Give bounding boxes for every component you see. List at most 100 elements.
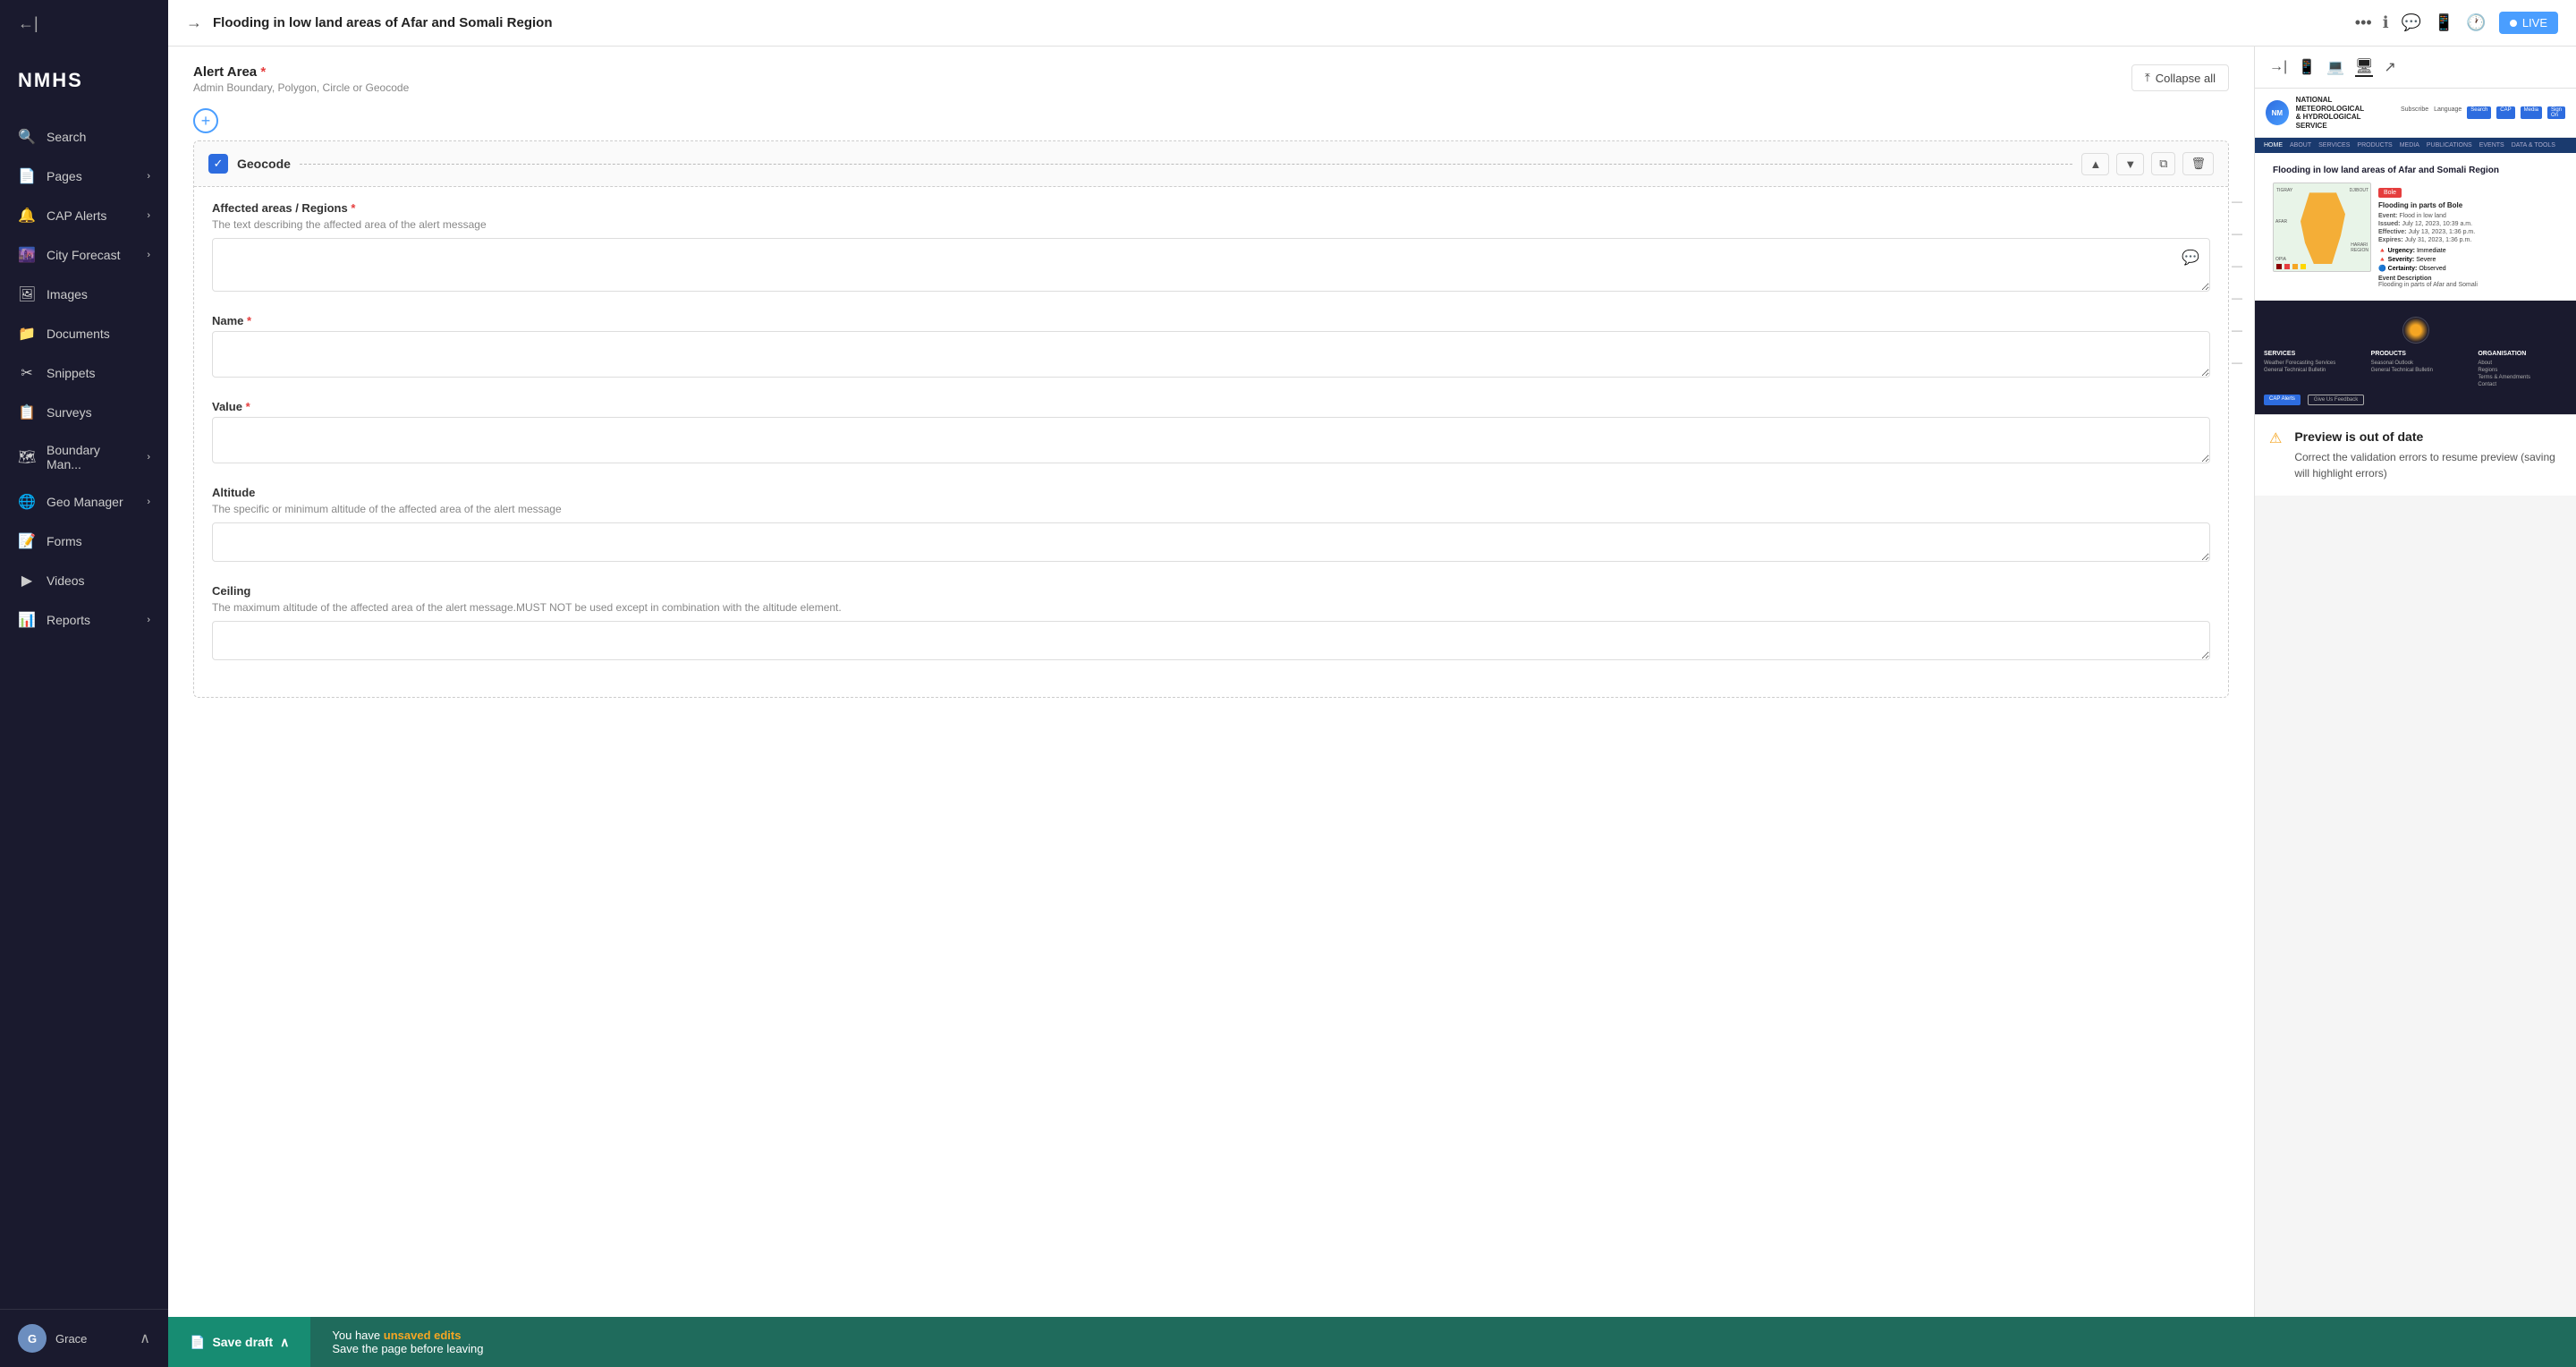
detail-urgency: 🔺 Urgency: Immediate: [2378, 247, 2558, 254]
value-field: Value *: [212, 400, 2210, 468]
sidebar-item-label: Images: [47, 287, 88, 301]
sidebar-item-geo-manager[interactable]: 🌐 Geo Manager ›: [0, 482, 168, 522]
live-button[interactable]: LIVE: [2499, 12, 2558, 34]
section-collapse-2[interactable]: —: [2232, 227, 2242, 240]
detail-effective: Effective: July 13, 2023, 1:36 p.m.: [2378, 229, 2558, 235]
map-label-djibouti: DJIBOUT: [2350, 188, 2368, 193]
preview-warning-text: Correct the validation errors to resume …: [2294, 449, 2562, 481]
mockup-nav-signin: Sign On: [2547, 106, 2565, 119]
geocode-header: ✓ Geocode ▲ ▼ ⧉ 🗑: [194, 141, 2228, 187]
comment-icon[interactable]: 💬: [2182, 249, 2199, 267]
user-menu-chevron[interactable]: ∧: [140, 1329, 150, 1347]
map-label-harari: HARARIREGION: [2351, 242, 2368, 253]
section-collapse-6[interactable]: —: [2232, 356, 2242, 369]
urgency-severity: 🔺 Urgency: Immediate 🔺 Severity: Severe …: [2378, 247, 2558, 272]
save-draft-button[interactable]: 📄 Save draft ∧: [168, 1317, 310, 1367]
sidebar-item-label: Snippets: [47, 366, 95, 380]
geocode-delete-button[interactable]: 🗑: [2182, 152, 2214, 175]
sidebar-item-label: City Forecast: [47, 248, 120, 262]
detail-expires: Expires: July 31, 2023, 1:36 p.m.: [2378, 237, 2558, 243]
app-logo: NMHS: [0, 47, 168, 110]
add-geocode-button[interactable]: +: [193, 108, 218, 133]
detail-issued: Issued: July 12, 2023, 10:39 a.m.: [2378, 221, 2558, 227]
geocode-up-button[interactable]: ▲: [2081, 153, 2109, 175]
sidebar-item-documents[interactable]: 📁 Documents: [0, 314, 168, 353]
geocode-actions: ▲ ▼ ⧉ 🗑: [2081, 152, 2214, 175]
chevron-right-icon: ›: [147, 250, 150, 260]
legend-minor: [2301, 264, 2306, 269]
comments-icon[interactable]: 💬: [2402, 13, 2421, 32]
legend-severe: [2284, 264, 2290, 269]
save-suffix: Save the page before leaving: [332, 1342, 483, 1355]
detail-event: Event: Flood in low land: [2378, 213, 2558, 219]
footer-products: PRODUCTS Seasonal Outlook General Techni…: [2371, 351, 2461, 389]
affected-areas-wrapper: 💬: [212, 238, 2210, 296]
geocode-body: Affected areas / Regions * The text desc…: [194, 187, 2228, 697]
preview-expand-icon[interactable]: →|: [2269, 59, 2287, 75]
collapse-icon: ⤒: [2145, 71, 2150, 85]
sidebar-item-images[interactable]: 🖼 Images: [0, 275, 168, 314]
sidebar-item-cap-alerts[interactable]: 🔔 CAP Alerts ›: [0, 196, 168, 235]
footer-feedback-btn[interactable]: Give Us Feedback: [2308, 395, 2364, 405]
mockup-header: NM NATIONAL METEOROLOGICAL& HYDROLOGICAL…: [2255, 89, 2576, 138]
mockup-nav-language: Language: [2434, 106, 2462, 119]
geocode-check: ✓: [208, 154, 228, 174]
geocode-down-button[interactable]: ▼: [2116, 153, 2144, 175]
nav-publications: PUBLICATIONS: [2427, 142, 2472, 149]
mobile-preview-icon[interactable]: 📱: [2434, 13, 2453, 32]
geo-icon: 🌐: [18, 493, 36, 511]
affected-areas-input[interactable]: [212, 238, 2210, 292]
preview-content: NM NATIONAL METEOROLOGICAL& HYDROLOGICAL…: [2255, 89, 2576, 1367]
ceiling-input[interactable]: [212, 621, 2210, 660]
sidebar-toggle-button[interactable]: →: [186, 13, 202, 32]
mockup-alert-name: Flooding in parts of Bole: [2378, 201, 2558, 209]
altitude-input[interactable]: [212, 522, 2210, 562]
detail-severity: 🔺 Severity: Severe: [2378, 256, 2558, 263]
section-collapse-1[interactable]: —: [2232, 195, 2242, 208]
sidebar-collapse-button[interactable]: ←|: [0, 0, 168, 47]
preview-mobile-icon[interactable]: 📱: [2298, 58, 2316, 76]
collapse-all-button[interactable]: ⤒ Collapse all: [2131, 64, 2229, 91]
section-collapse-3[interactable]: —: [2232, 259, 2242, 272]
sidebar-item-label: Boundary Man...: [47, 443, 136, 471]
section-collapse-5[interactable]: —: [2232, 324, 2242, 336]
sidebar-item-reports[interactable]: 📊 Reports ›: [0, 600, 168, 640]
footer-services-title: SERVICES: [2264, 351, 2353, 357]
sidebar-item-videos[interactable]: ▶ Videos: [0, 561, 168, 600]
mockup-map: TIGRAY AFAR OPIA HARARIREGION DJIBOUT: [2273, 183, 2371, 272]
sidebar-item-forms[interactable]: 📝 Forms: [0, 522, 168, 561]
more-options-button[interactable]: •••: [2355, 13, 2372, 32]
name-input[interactable]: [212, 331, 2210, 378]
mockup-alert-details: Bole Flooding in parts of Bole Event: Fl…: [2378, 183, 2558, 288]
preview-desktop-icon[interactable]: 🖥: [2355, 57, 2373, 77]
value-input[interactable]: [212, 417, 2210, 463]
history-icon[interactable]: 🕐: [2466, 13, 2486, 32]
mockup-nav-cap: CAP: [2496, 106, 2514, 119]
geocode-copy-button[interactable]: ⧉: [2151, 152, 2175, 175]
chevron-right-icon: ›: [147, 497, 150, 507]
nav-services: SERVICES: [2318, 142, 2350, 149]
legend-extreme: [2276, 264, 2282, 269]
warning-icon: ⚠: [2269, 429, 2282, 447]
sidebar-item-boundary-man[interactable]: 🗺 Boundary Man... ›: [0, 432, 168, 482]
sidebar-item-pages[interactable]: 📄 Pages ›: [0, 157, 168, 196]
warning-text: Preview is out of date Correct the valid…: [2294, 429, 2562, 481]
footer-cap-btn[interactable]: CAP Alerts: [2264, 395, 2301, 405]
nav-media: MEDIA: [2400, 142, 2419, 149]
sidebar-item-snippets[interactable]: ✂ Snippets: [0, 353, 168, 393]
sidebar-item-surveys[interactable]: 📋 Surveys: [0, 393, 168, 432]
sidebar-item-search[interactable]: 🔍 Search: [0, 117, 168, 157]
affected-areas-label: Affected areas / Regions *: [212, 201, 2210, 215]
sidebar-item-city-forecast[interactable]: 🌆 City Forecast ›: [0, 235, 168, 275]
preview-external-icon[interactable]: ↗: [2384, 58, 2395, 76]
info-icon[interactable]: ℹ: [2383, 13, 2389, 32]
user-name: Grace: [55, 1332, 87, 1346]
preview-tablet-icon[interactable]: 💻: [2326, 58, 2344, 76]
footer-products-item-2: General Technical Bulletin: [2371, 368, 2461, 373]
preview-warning: ⚠ Preview is out of date Correct the val…: [2255, 414, 2576, 496]
section-collapse-4[interactable]: —: [2232, 292, 2242, 304]
footer-org-item-3: Terms & Amendments: [2478, 375, 2567, 380]
topbar-actions: ℹ 💬 📱 🕐 LIVE: [2383, 12, 2558, 34]
page-mockup: NM NATIONAL METEOROLOGICAL& HYDROLOGICAL…: [2255, 89, 2576, 414]
mockup-logo: NM NATIONAL METEOROLOGICAL& HYDROLOGICAL…: [2266, 96, 2394, 130]
